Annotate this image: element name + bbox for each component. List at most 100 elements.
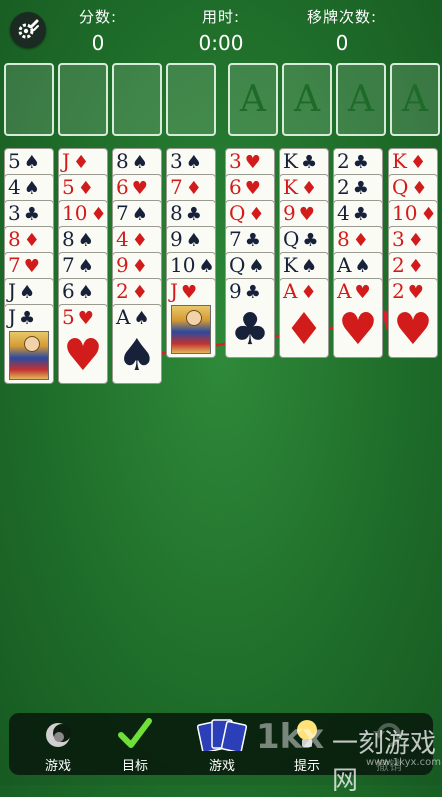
- card-suit-icon: ♦: [131, 230, 148, 251]
- checkmark-icon: [118, 718, 152, 748]
- playing-card[interactable]: 5 ♥ ♥: [58, 304, 108, 384]
- card-suit-icon: ♠: [77, 282, 94, 303]
- card-index: 2 ♦: [392, 253, 424, 279]
- card-rank: 7: [170, 175, 183, 199]
- card-suit-icon: ♥: [407, 282, 424, 303]
- card-rank: 9: [283, 201, 296, 225]
- card-rank: K: [283, 253, 298, 277]
- card-index: 9 ♥: [283, 201, 315, 227]
- card-suit-icon: ♠: [185, 152, 202, 173]
- card-rank: 6: [229, 175, 242, 199]
- jack-head: [186, 310, 202, 326]
- card-rank: J: [170, 279, 179, 303]
- site-watermark: 1kx 一刻游戏网 www.1kyx.com: [256, 717, 441, 796]
- card-center-suit-icon: ♥: [393, 304, 433, 355]
- card-index: K ♦: [392, 149, 426, 175]
- card-suit-icon: ♦: [407, 230, 424, 251]
- card-suit-icon: ♥: [298, 204, 315, 225]
- card-rank: 8: [337, 227, 350, 251]
- new-game-label: 游戏: [208, 759, 235, 774]
- playing-card[interactable]: 9 ♣ ♣: [225, 278, 275, 358]
- card-index: A ♠: [337, 253, 371, 279]
- card-suit-icon: ♣: [352, 178, 369, 199]
- card-suit-icon: ♦: [409, 152, 427, 173]
- card-rank: K: [283, 149, 298, 173]
- card-rank: J: [8, 279, 17, 303]
- card-suit-icon: ♠: [23, 178, 40, 199]
- card-rank: 4: [116, 227, 129, 251]
- card-suit-icon: ♦: [300, 178, 318, 199]
- playing-card[interactable]: J ♣: [4, 304, 54, 384]
- card-center-suit-icon: ♥: [338, 304, 378, 355]
- card-rank: 4: [8, 175, 21, 199]
- card-index: J ♠: [8, 279, 35, 305]
- playing-card[interactable]: A ♠ ♠: [112, 304, 162, 384]
- card-index: 7 ♣: [229, 227, 261, 253]
- card-suit-icon: ♣: [23, 204, 40, 225]
- card-index: 4 ♣: [337, 201, 369, 227]
- card-rank: 2: [337, 175, 350, 199]
- card-rank: 3: [392, 227, 405, 251]
- card-suit-icon: ♦: [131, 282, 148, 303]
- card-rank: 7: [229, 227, 242, 251]
- card-index: A ♦: [283, 279, 317, 305]
- card-rank: 6: [62, 279, 75, 303]
- card-rank: 10: [62, 201, 88, 225]
- card-center-suit-icon: ♥: [63, 330, 103, 381]
- playing-card[interactable]: 2 ♥ ♥: [388, 278, 438, 358]
- card-index: 2 ♣: [337, 149, 369, 175]
- goal-button[interactable]: 目标: [105, 713, 165, 775]
- card-index: 8 ♠: [62, 227, 94, 253]
- card-rank: 7: [62, 253, 75, 277]
- card-rank: 5: [8, 149, 21, 173]
- card-rank: 5: [62, 305, 75, 329]
- card-index: 6 ♥: [116, 175, 148, 201]
- game-menu-label: 游戏: [44, 759, 71, 774]
- playing-card[interactable]: A ♦ ♦: [279, 278, 329, 358]
- card-rank: 10: [392, 201, 418, 225]
- card-index: 7 ♦: [170, 175, 202, 201]
- card-index: J ♥: [170, 279, 197, 305]
- playing-card[interactable]: J ♥: [166, 278, 216, 358]
- card-suit-icon: ♠: [198, 256, 215, 277]
- card-index: 5 ♠: [8, 149, 40, 175]
- game-menu-button[interactable]: 游戏: [28, 713, 88, 775]
- card-index: K ♠: [283, 253, 317, 279]
- playing-card[interactable]: A ♥ ♥: [333, 278, 383, 358]
- card-suit-icon: ♥: [354, 282, 371, 303]
- card-index: 8 ♠: [116, 149, 148, 175]
- card-rank: J: [62, 149, 71, 173]
- card-index: J ♦: [62, 149, 89, 175]
- card-index: 3 ♦: [392, 227, 424, 253]
- card-suit-icon: ♥: [181, 282, 198, 303]
- card-suit-icon: ♦: [73, 152, 90, 173]
- card-suit-icon: ♦: [411, 178, 428, 199]
- card-rank: 8: [62, 227, 75, 251]
- card-suit-icon: ♣: [244, 282, 261, 303]
- card-suit-icon: ♠: [133, 308, 150, 329]
- card-index: 5 ♦: [62, 175, 94, 201]
- card-suit-icon: ♦: [131, 256, 148, 277]
- jack-face-art: [9, 331, 49, 380]
- card-suit-icon: ♣: [352, 152, 369, 173]
- card-index: K ♣: [283, 149, 317, 175]
- card-rank: A: [337, 253, 352, 277]
- card-suit-icon: ♠: [77, 256, 94, 277]
- card-index: 10 ♦: [62, 201, 107, 227]
- card-index: 4 ♠: [8, 175, 40, 201]
- card-rank: 8: [8, 227, 21, 251]
- new-game-button[interactable]: 游戏: [192, 713, 252, 775]
- card-rank: 3: [170, 149, 183, 173]
- card-suit-icon: ♦: [420, 204, 437, 225]
- card-suit-icon: ♦: [300, 282, 317, 303]
- card-suit-icon: ♠: [354, 256, 371, 277]
- card-center-suit-icon: ♦: [284, 304, 324, 355]
- card-index: 8 ♣: [170, 201, 202, 227]
- card-rank: 8: [170, 201, 183, 225]
- goal-label: 目标: [121, 759, 148, 774]
- card-rank: 7: [116, 201, 129, 225]
- card-rank: K: [283, 175, 298, 199]
- card-rank: 9: [229, 279, 242, 303]
- card-index: 3 ♣: [8, 201, 40, 227]
- card-rank: K: [392, 149, 407, 173]
